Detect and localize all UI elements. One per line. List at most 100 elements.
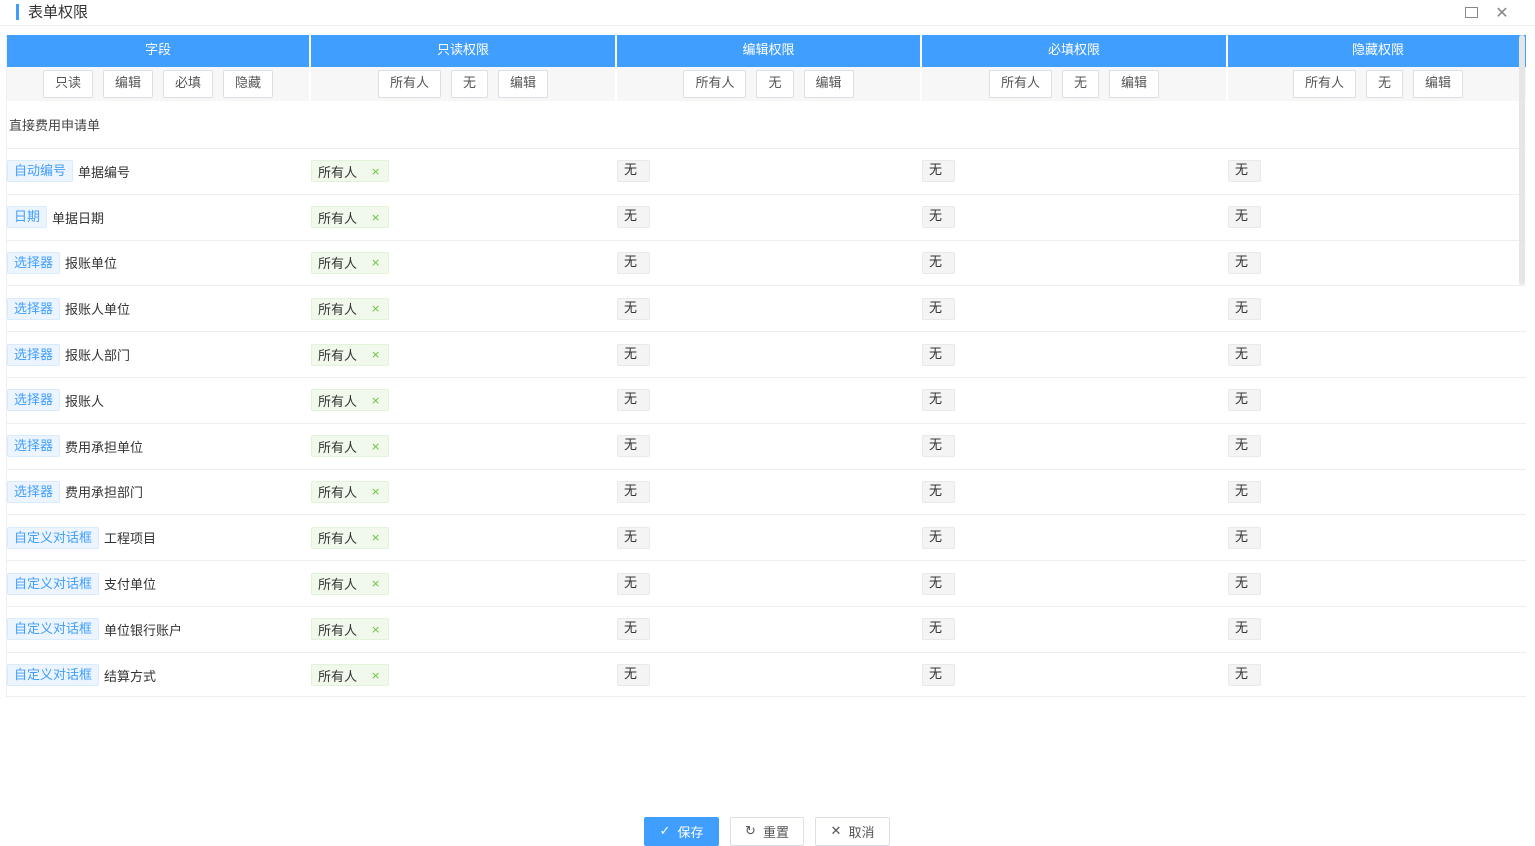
required-permission-cell[interactable]: 无 (922, 241, 1226, 286)
required-permission-cell[interactable]: 无 (922, 149, 1226, 194)
required-permission-cell[interactable]: 无 (922, 561, 1226, 606)
edit-permission-cell[interactable]: 无 (617, 241, 920, 286)
readonly-permission-cell[interactable]: 所有人 × (311, 195, 615, 240)
remove-tag-icon[interactable]: × (371, 302, 380, 315)
required-permission-cell[interactable]: 无 (922, 515, 1226, 560)
field-name: 报账人 (65, 394, 105, 410)
readonly-permission-cell[interactable]: 所有人 × (311, 286, 615, 331)
remove-tag-icon[interactable]: × (371, 485, 380, 498)
hidden-permission-cell[interactable]: 无 (1228, 241, 1526, 286)
table-row: 自动编号 单据编号 所有人 × 无无无 (7, 149, 1526, 195)
hidden-permission-cell[interactable]: 无 (1228, 286, 1526, 331)
readonly-permission-cell[interactable]: 所有人 × (311, 653, 615, 696)
remove-tag-icon[interactable]: × (371, 440, 380, 453)
hidden-permission-cell[interactable]: 无 (1228, 378, 1526, 423)
remove-tag-icon[interactable]: × (371, 256, 380, 269)
required-permission-cell[interactable]: 无 (922, 286, 1226, 331)
column-action-button[interactable]: 只读 (42, 70, 93, 98)
required-permission-cell[interactable]: 无 (922, 607, 1226, 652)
edit-permission-cell[interactable]: 无 (617, 286, 920, 331)
hidden-permission-cell[interactable]: 无 (1228, 561, 1526, 606)
readonly-permission-cell[interactable]: 所有人 × (311, 607, 615, 652)
permission-tag-none: 无 (922, 389, 956, 412)
edit-permission-cell[interactable]: 无 (617, 149, 920, 194)
edit-permission-cell[interactable]: 无 (617, 515, 920, 560)
column-action-button[interactable]: 必填 (163, 70, 214, 98)
save-button[interactable]: ✓ 保存 (644, 817, 719, 846)
hidden-permission-cell[interactable]: 无 (1228, 607, 1526, 652)
column-action-button[interactable]: 所有人 (377, 70, 441, 98)
column-action-button[interactable]: 编辑 (102, 70, 153, 98)
permission-tag-none: 无 (922, 618, 956, 641)
edit-permission-cell[interactable]: 无 (617, 470, 920, 515)
required-permission-cell[interactable]: 无 (922, 378, 1226, 423)
edit-permission-cell[interactable]: 无 (617, 607, 920, 652)
column-action-button[interactable]: 无 (1365, 70, 1403, 98)
column-action-button[interactable]: 编辑 (803, 70, 854, 98)
table-row: 自定义对话框 单位银行账户 所有人 × 无无无 (7, 607, 1526, 653)
permission-tag-all: 所有人 × (311, 572, 390, 595)
readonly-permission-cell[interactable]: 所有人 × (311, 378, 615, 423)
required-permission-cell[interactable]: 无 (922, 195, 1226, 240)
edit-permission-cell[interactable]: 无 (617, 424, 920, 469)
required-permission-cell[interactable]: 无 (922, 424, 1226, 469)
readonly-permission-cell[interactable]: 所有人 × (311, 470, 615, 515)
hidden-permission-cell[interactable]: 无 (1228, 424, 1526, 469)
column-action-button[interactable]: 所有人 (1292, 70, 1356, 98)
permission-tag-none: 无 (617, 526, 651, 549)
required-permission-cell[interactable]: 无 (922, 470, 1226, 515)
column-action-button[interactable]: 所有人 (988, 70, 1052, 98)
remove-tag-icon[interactable]: × (371, 348, 380, 361)
column-action-button[interactable]: 编辑 (498, 70, 549, 98)
field-cell: 自定义对话框 结算方式 (7, 653, 309, 696)
remove-tag-icon[interactable]: × (371, 394, 380, 407)
hidden-permission-cell[interactable]: 无 (1228, 332, 1526, 377)
column-header: 编辑权限 (617, 35, 920, 67)
column-action-button[interactable]: 所有人 (683, 70, 747, 98)
permission-tag-all: 所有人 × (311, 389, 390, 412)
table-toolbar-row: 只读 编辑 必填 隐藏 所有人无编辑 所有人无编辑 所有人无编辑 所有人无编辑 (7, 67, 1526, 101)
column-action-button[interactable]: 无 (450, 70, 488, 98)
edit-permission-cell[interactable]: 无 (617, 561, 920, 606)
readonly-permission-cell[interactable]: 所有人 × (311, 561, 615, 606)
vertical-scrollbar[interactable] (1519, 35, 1525, 285)
permission-tag-none: 无 (1228, 664, 1262, 687)
column-action-button[interactable]: 隐藏 (223, 70, 274, 98)
table-row: 自定义对话框 工程项目 所有人 × 无无无 (7, 515, 1526, 562)
remove-tag-icon[interactable]: × (371, 669, 380, 682)
readonly-permission-cell[interactable]: 所有人 × (311, 149, 615, 194)
edit-permission-cell[interactable]: 无 (617, 378, 920, 423)
required-permission-cell[interactable]: 无 (922, 653, 1226, 696)
hidden-permission-cell[interactable]: 无 (1228, 470, 1526, 515)
hidden-permission-cell[interactable]: 无 (1228, 149, 1526, 194)
remove-tag-icon[interactable]: × (371, 577, 380, 590)
cancel-button[interactable]: ✕ 取消 (815, 817, 890, 846)
permission-tag-all: 所有人 × (311, 526, 390, 549)
hidden-permission-cell[interactable]: 无 (1228, 195, 1526, 240)
field-type-badge: 选择器 (7, 389, 61, 412)
field-type-badge: 选择器 (7, 297, 61, 320)
reset-button[interactable]: ↻ 重置 (730, 817, 804, 846)
hidden-permission-cell[interactable]: 无 (1228, 653, 1526, 696)
permission-tag-none: 无 (922, 572, 956, 595)
maximize-icon[interactable] (1462, 4, 1480, 22)
readonly-permission-cell[interactable]: 所有人 × (311, 332, 615, 377)
hidden-permission-cell[interactable]: 无 (1228, 515, 1526, 560)
edit-permission-cell[interactable]: 无 (617, 332, 920, 377)
column-action-button[interactable]: 无 (1061, 70, 1099, 98)
readonly-permission-cell[interactable]: 所有人 × (311, 515, 615, 560)
column-action-button[interactable]: 无 (756, 70, 794, 98)
remove-tag-icon[interactable]: × (371, 211, 380, 224)
close-icon[interactable]: ✕ (1493, 4, 1511, 22)
readonly-permission-cell[interactable]: 所有人 × (311, 241, 615, 286)
permission-tag-all: 所有人 × (311, 251, 390, 274)
remove-tag-icon[interactable]: × (371, 531, 380, 544)
edit-permission-cell[interactable]: 无 (617, 195, 920, 240)
edit-permission-cell[interactable]: 无 (617, 653, 920, 696)
required-permission-cell[interactable]: 无 (922, 332, 1226, 377)
remove-tag-icon[interactable]: × (371, 623, 380, 636)
column-action-button[interactable]: 编辑 (1413, 70, 1464, 98)
remove-tag-icon[interactable]: × (371, 165, 380, 178)
readonly-permission-cell[interactable]: 所有人 × (311, 424, 615, 469)
column-action-button[interactable]: 编辑 (1109, 70, 1160, 98)
